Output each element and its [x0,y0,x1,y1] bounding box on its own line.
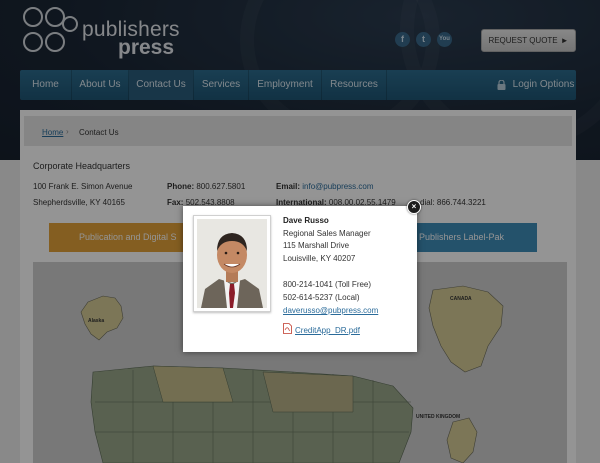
contact-phone-local: 502-614-5237 (Local) [283,293,360,302]
pdf-icon [283,323,292,334]
contact-email-link[interactable]: daverusso@pubpress.com [283,306,378,315]
person-portrait-icon [197,219,267,308]
contact-phone-toll-free: 800-214-1041 (Toll Free) [283,280,372,289]
contact-name: Dave Russo [283,216,329,225]
credit-app-pdf-link[interactable]: CreditApp_DR.pdf [295,326,360,335]
contact-street: 115 Marshall Drive [283,241,350,250]
contact-city: Louisville, KY 40207 [283,254,356,263]
close-icon[interactable]: × [407,200,421,214]
contact-photo [197,219,267,308]
contact-title: Regional Sales Manager [283,229,371,238]
